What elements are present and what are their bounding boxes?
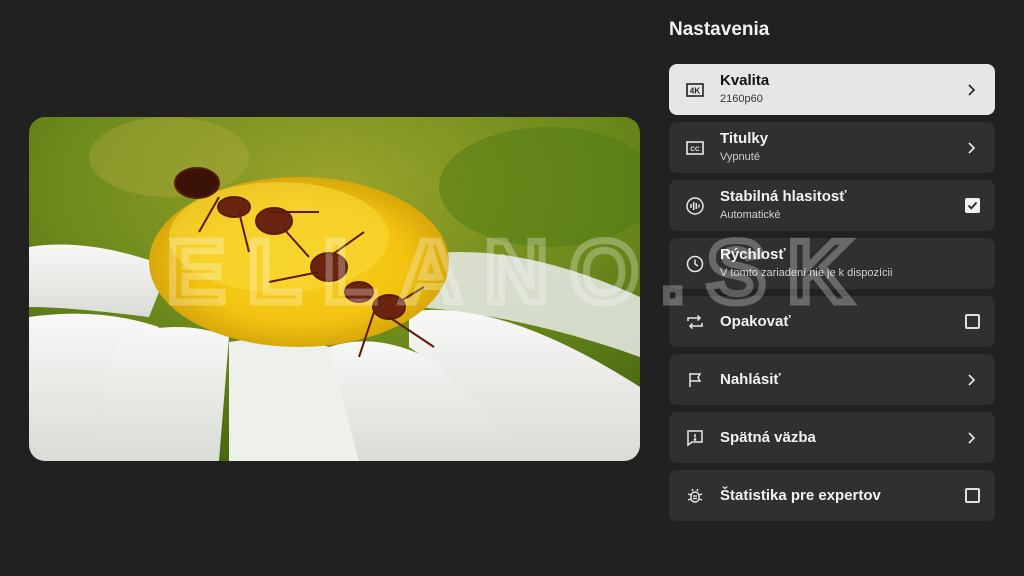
cc-icon: CC — [685, 138, 705, 158]
settings-item-text: Nahlásiť — [720, 354, 781, 405]
chevron-right-icon — [963, 82, 979, 98]
settings-item-value: V tomto zariadení nie je k dispozícii — [720, 267, 893, 279]
bug-icon — [685, 486, 705, 506]
volume-wave-icon — [685, 196, 705, 216]
settings-item-feedback[interactable]: Spätná väzba — [669, 412, 995, 463]
settings-item-text: Titulky Vypnuté — [720, 122, 768, 173]
settings-item-text: Stabilná hlasitosť Automatické — [720, 180, 846, 231]
chevron-right-icon — [963, 372, 979, 388]
flag-icon — [685, 370, 705, 390]
checkbox-checked[interactable] — [965, 197, 980, 213]
settings-item-4k[interactable]: 4K Kvalita 2160p60 — [669, 64, 995, 115]
settings-item-label: Štatistika pre expertov — [720, 486, 881, 504]
speed-icon — [685, 254, 705, 274]
settings-item-text: Kvalita 2160p60 — [720, 64, 769, 115]
video-frame-image — [29, 117, 640, 461]
settings-item-value: Automatické — [720, 209, 781, 221]
checkbox-unchecked[interactable] — [965, 487, 980, 503]
svg-text:4K: 4K — [690, 86, 700, 95]
check-icon — [967, 201, 978, 210]
settings-title: Nastavenia — [669, 19, 770, 40]
repeat-icon — [685, 312, 705, 332]
settings-menu: 4K Kvalita 2160p60 CC Titulky Vypnuté Stabilná… — [669, 64, 995, 528]
video-preview[interactable] — [29, 117, 640, 461]
settings-item-label: Rýchlosť — [720, 246, 786, 263]
chevron-right-icon — [963, 140, 979, 156]
checkbox-unchecked[interactable] — [965, 313, 980, 329]
chevron-right-icon — [963, 430, 979, 446]
settings-item-value: Vypnuté — [720, 151, 760, 163]
settings-item-flag[interactable]: Nahlásiť — [669, 354, 995, 405]
settings-item-text: Štatistika pre expertov — [720, 470, 881, 521]
settings-item-label: Nahlásiť — [720, 370, 781, 388]
settings-item-cc[interactable]: CC Titulky Vypnuté — [669, 122, 995, 173]
settings-item-text: Rýchlosť V tomto zariadení nie je k dispo… — [720, 238, 892, 289]
settings-item-repeat[interactable]: Opakovať — [669, 296, 995, 347]
settings-item-label: Stabilná hlasitosť — [720, 188, 847, 205]
settings-item-label: Titulky — [720, 130, 769, 147]
settings-item-bug[interactable]: Štatistika pre expertov — [669, 470, 995, 521]
4k-icon: 4K — [685, 80, 705, 100]
settings-item-volume-wave[interactable]: Stabilná hlasitosť Automatické — [669, 180, 995, 231]
settings-item-speed[interactable]: Rýchlosť V tomto zariadení nie je k dispo… — [669, 238, 995, 289]
settings-item-text: Opakovať — [720, 296, 791, 347]
settings-item-label: Spätná väzba — [720, 428, 816, 446]
svg-text:CC: CC — [690, 146, 700, 153]
settings-item-label: Opakovať — [720, 312, 791, 330]
settings-item-text: Spätná väzba — [720, 412, 816, 463]
settings-item-value: 2160p60 — [720, 93, 763, 105]
feedback-icon — [685, 428, 705, 448]
settings-item-label: Kvalita — [720, 72, 770, 89]
